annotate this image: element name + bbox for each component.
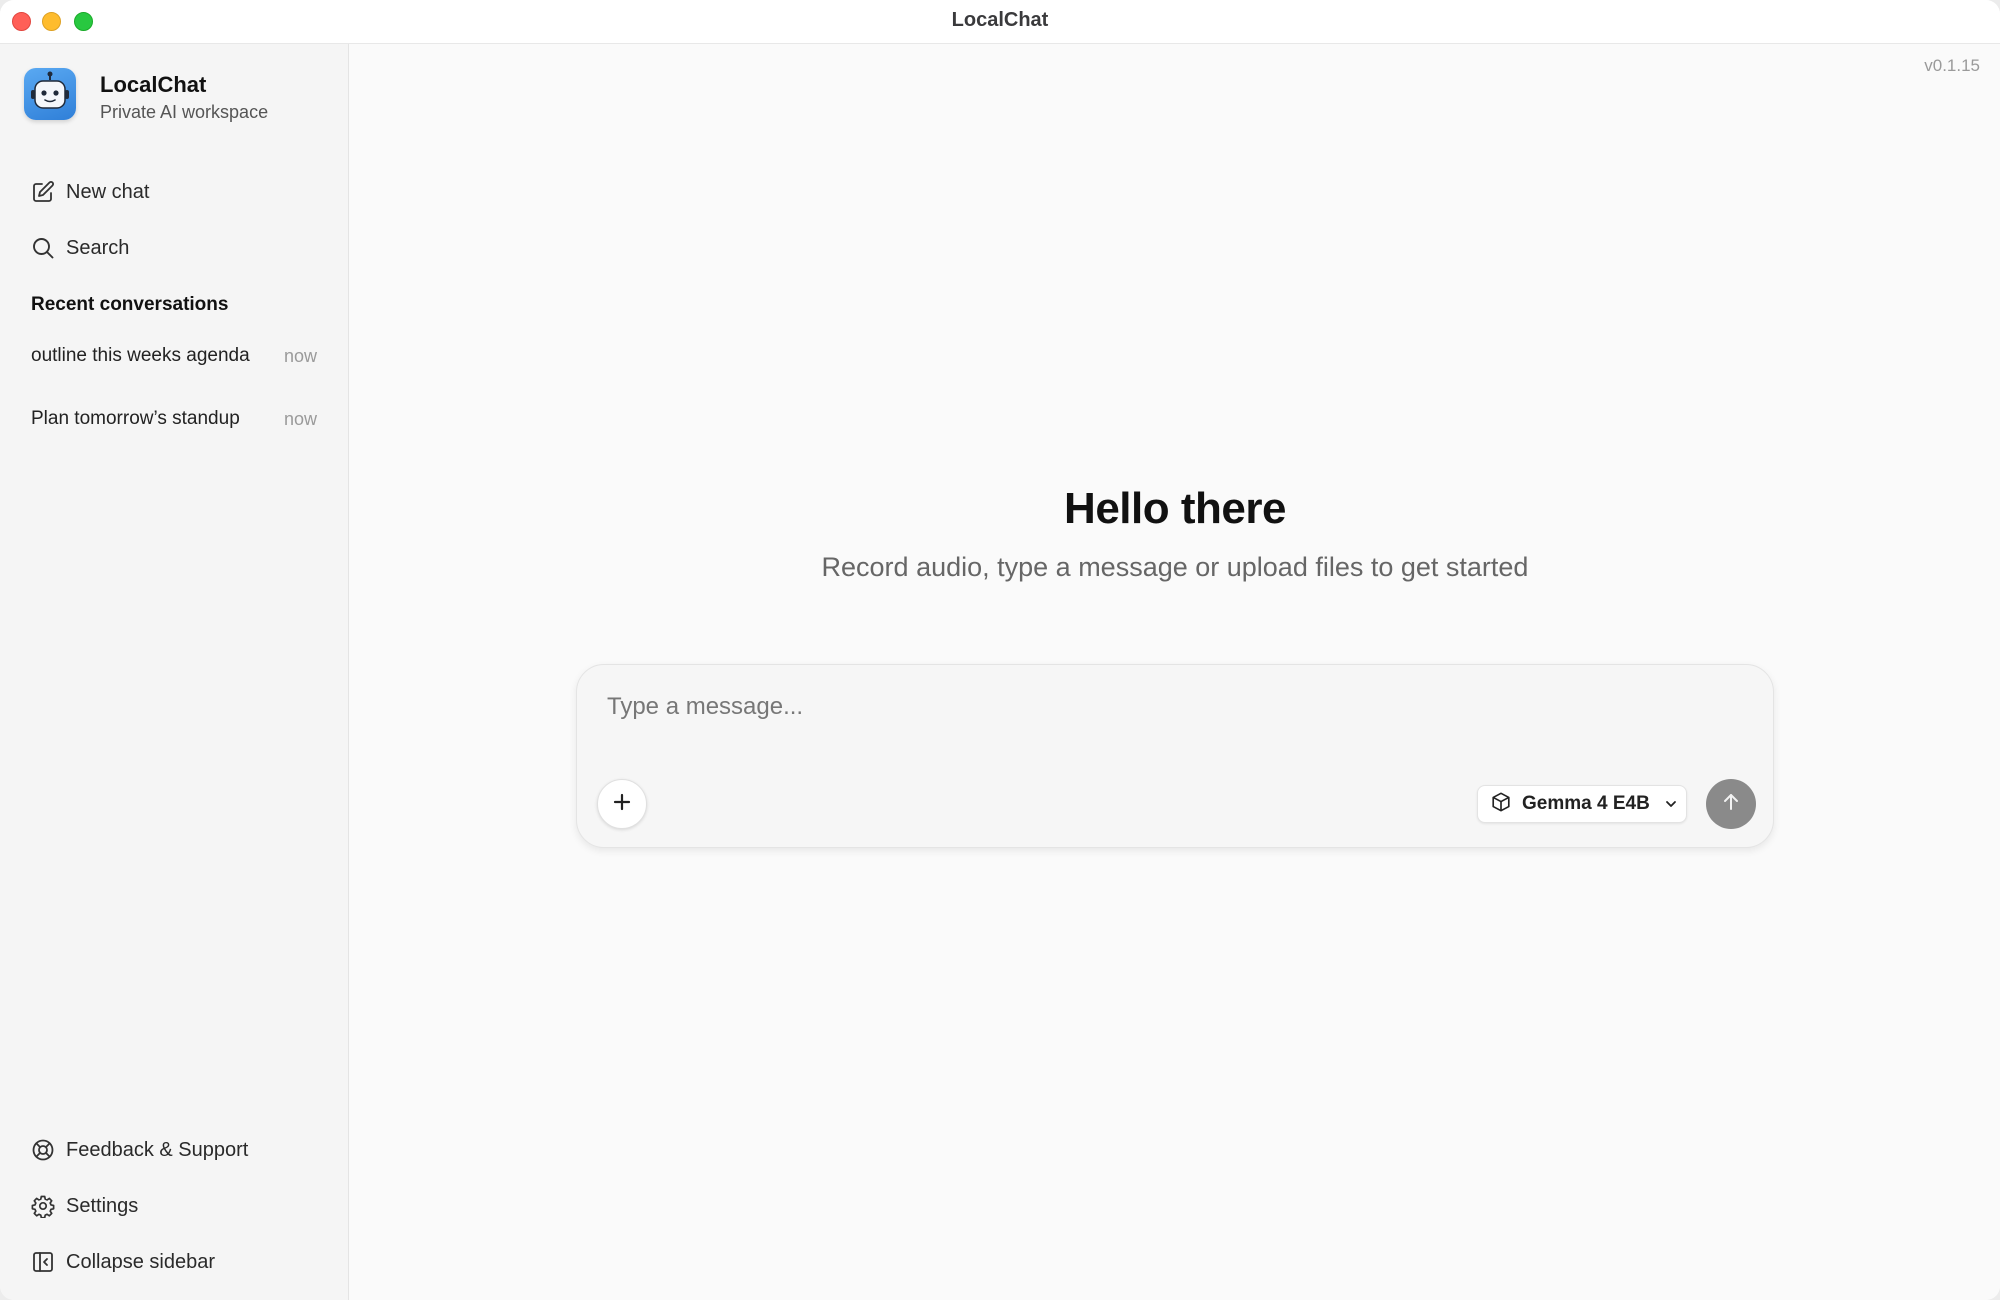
settings-label: Settings xyxy=(66,1194,139,1217)
title-bar: LocalChat xyxy=(0,0,2000,44)
app-subtitle: Private AI workspace xyxy=(100,102,269,122)
model-name: Gemma 4 E4B xyxy=(1522,793,1650,814)
gear-icon xyxy=(22,1194,66,1218)
collapse-sidebar-label: Collapse sidebar xyxy=(66,1250,215,1273)
lifebuoy-icon xyxy=(22,1138,66,1162)
message-composer: Gemma 4 E4B xyxy=(576,664,1774,848)
version-label: v0.1.15 xyxy=(1924,56,1980,75)
send-button[interactable] xyxy=(1706,779,1756,829)
conversation-title: outline this weeks agenda xyxy=(31,345,250,366)
feedback-support-button[interactable]: Feedback & Support xyxy=(22,1128,327,1172)
search-icon xyxy=(22,236,66,260)
conversation-item[interactable]: outline this weeks agenda now xyxy=(22,334,327,378)
plus-icon xyxy=(612,792,632,817)
settings-button[interactable]: Settings xyxy=(22,1184,327,1228)
new-chat-label: New chat xyxy=(66,180,150,203)
add-attachment-button[interactable] xyxy=(597,779,647,829)
recent-conversations-heading: Recent conversations xyxy=(31,294,229,315)
conversation-time: now xyxy=(283,345,317,366)
sidebar: LocalChat Private AI workspace New chat … xyxy=(0,44,349,1300)
chevron-down-icon xyxy=(1664,797,1678,811)
search-button[interactable]: Search xyxy=(22,226,327,270)
edit-icon xyxy=(22,180,66,204)
greeting-heading: Hello there xyxy=(1064,484,1286,533)
feedback-support-label: Feedback & Support xyxy=(66,1138,249,1161)
main-area: v0.1.15 Hello there Record audio, type a… xyxy=(350,44,2000,1300)
message-input[interactable] xyxy=(607,687,1707,727)
sidebar-collapse-icon xyxy=(22,1250,66,1274)
search-label: Search xyxy=(66,236,130,259)
arrow-up-icon xyxy=(1720,791,1742,818)
conversation-item[interactable]: Plan tomorrow’s standup now xyxy=(22,397,327,441)
cube-icon xyxy=(1490,791,1512,818)
greeting-subtitle: Record audio, type a message or upload f… xyxy=(821,552,1529,582)
conversation-time: now xyxy=(283,408,317,429)
app-name: LocalChat xyxy=(100,72,207,97)
model-selector[interactable]: Gemma 4 E4B xyxy=(1477,785,1687,823)
conversation-title: Plan tomorrow’s standup xyxy=(31,408,240,429)
window-title: LocalChat xyxy=(951,9,1049,31)
robot-icon xyxy=(24,68,76,120)
app-window: LocalChat LocalChat Private AI workspace xyxy=(0,0,2000,1300)
new-chat-button[interactable]: New chat xyxy=(22,170,327,214)
collapse-sidebar-button[interactable]: Collapse sidebar xyxy=(22,1240,327,1284)
